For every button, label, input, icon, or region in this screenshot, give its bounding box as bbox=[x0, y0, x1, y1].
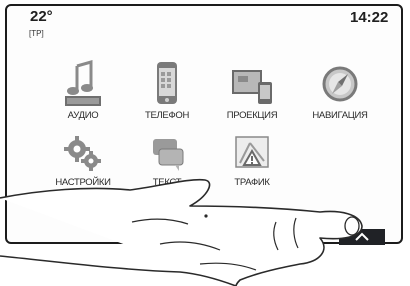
chat-bubbles-icon bbox=[153, 139, 184, 171]
traffic-warning-icon bbox=[235, 136, 269, 168]
app-settings-button[interactable]: НАСТРОЙКИ bbox=[38, 133, 128, 213]
app-navigation-button[interactable]: НАВИГАЦИЯ bbox=[295, 60, 385, 140]
compass-icon bbox=[322, 66, 358, 102]
app-text-button[interactable]: ТЕКСТ bbox=[122, 133, 212, 213]
app-phone-button[interactable]: ТЕЛЕФОН bbox=[122, 60, 212, 140]
app-phone-label: ТЕЛЕФОН bbox=[144, 110, 190, 121]
traffic-program-indicator: [TP] bbox=[29, 29, 44, 38]
phone-icon bbox=[157, 62, 177, 104]
temperature-readout: 22° bbox=[30, 8, 53, 25]
clock: 14:22 bbox=[350, 9, 389, 26]
app-audio-button[interactable]: АУДИО bbox=[38, 60, 128, 140]
app-audio-label: АУДИО bbox=[67, 110, 99, 121]
app-settings-label: НАСТРОЙКИ bbox=[55, 177, 111, 188]
chevron-up-icon bbox=[355, 232, 369, 241]
projection-icon bbox=[232, 70, 272, 104]
app-text-label: ТЕКСТ bbox=[152, 177, 182, 188]
app-navigation-label: НАВИГАЦИЯ bbox=[312, 110, 368, 121]
music-note-icon bbox=[65, 60, 101, 106]
gears-icon bbox=[64, 136, 101, 171]
app-traffic-button[interactable]: ТРАФИК bbox=[207, 133, 297, 213]
app-drawer-handle[interactable] bbox=[339, 229, 385, 245]
app-traffic-label: ТРАФИК bbox=[234, 177, 270, 188]
app-projection-button[interactable]: ПРОЕКЦИЯ bbox=[207, 60, 297, 140]
app-projection-label: ПРОЕКЦИЯ bbox=[226, 110, 278, 121]
